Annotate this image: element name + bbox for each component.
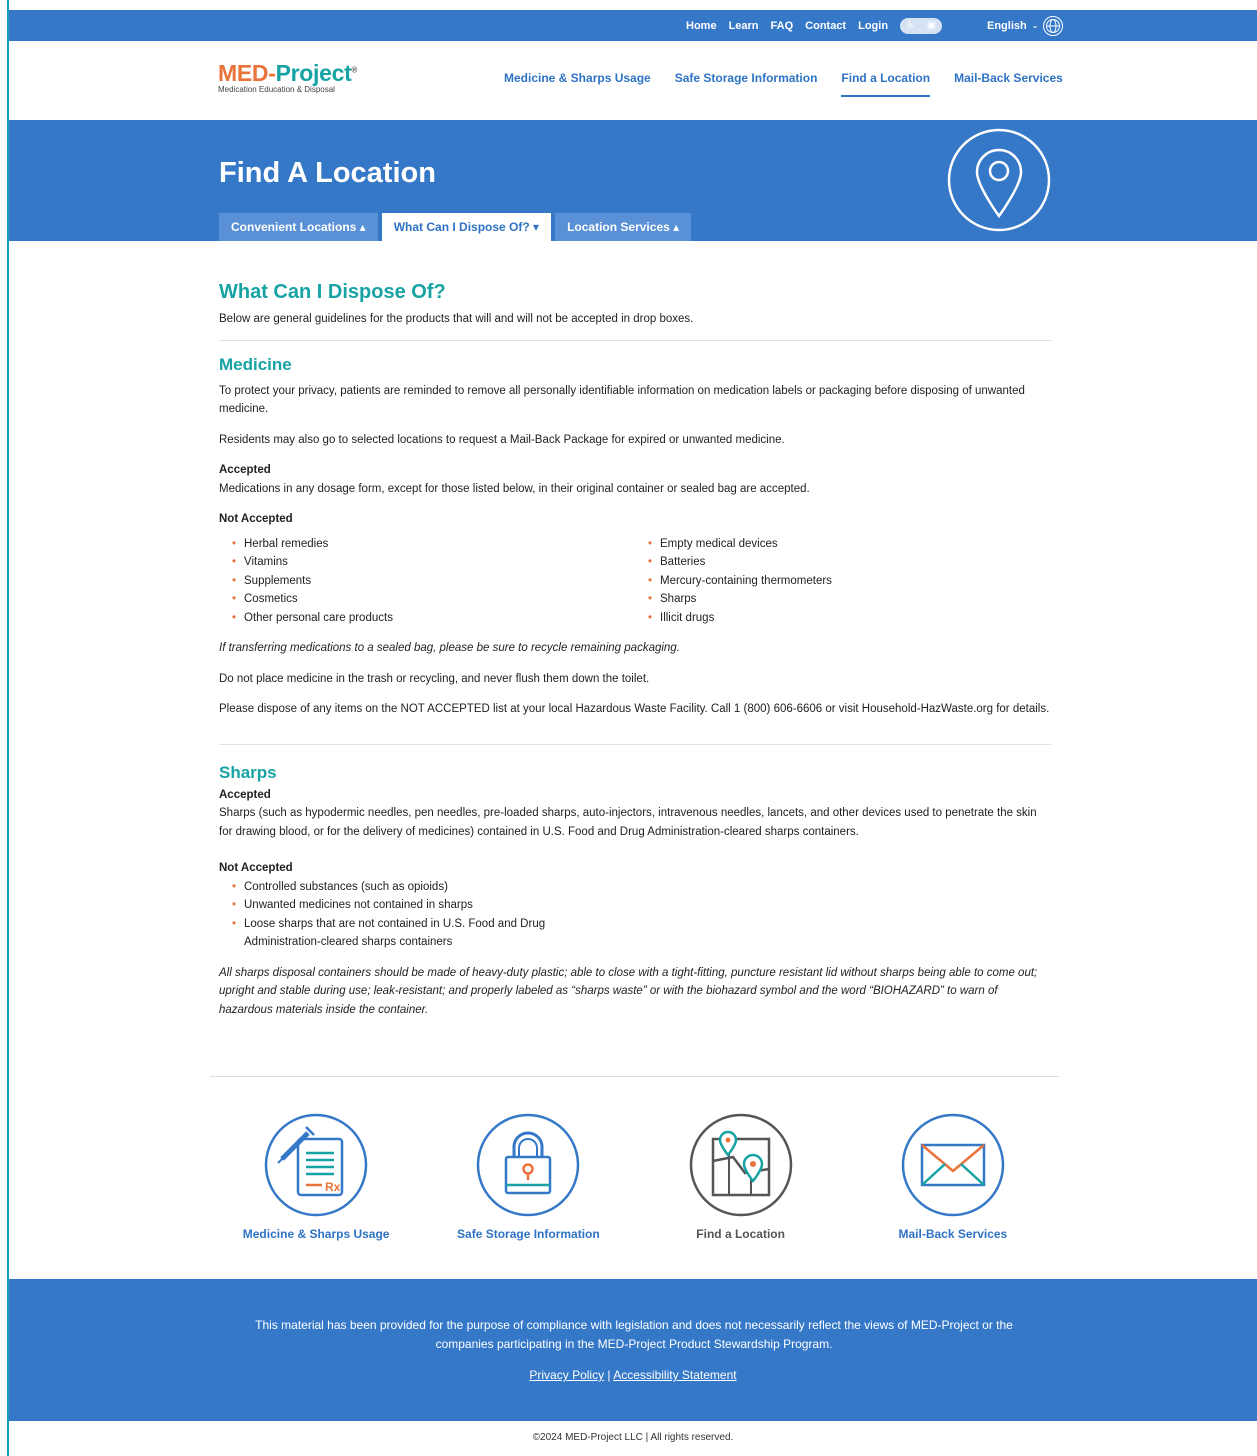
location-pin-icon	[947, 128, 1051, 232]
card-mail-back[interactable]: Mail-Back Services	[853, 1113, 1053, 1241]
card-safe-storage[interactable]: Safe Storage Information	[428, 1113, 628, 1241]
not-accepted-list-right: Empty medical devices Batteries Mercury-…	[635, 535, 1051, 628]
med-project-logo[interactable]: MED-Project® Medication Education & Disp…	[218, 60, 357, 94]
utility-nav: Home Learn FAQ Contact Login ♿ ▣	[686, 10, 943, 41]
divider	[219, 339, 1051, 341]
list-item: Supplements	[219, 572, 635, 591]
list-item: Batteries	[635, 553, 1051, 572]
privacy-policy-link[interactable]: Privacy Policy	[529, 1368, 604, 1382]
medicine-accepted-text: Medications in any dosage form, except f…	[219, 482, 810, 495]
nav-safe-storage[interactable]: Safe Storage Information	[675, 71, 818, 97]
language-label: English	[987, 19, 1027, 32]
utility-link-learn[interactable]: Learn	[729, 20, 759, 32]
tab-location-services[interactable]: Location Services ▴	[555, 213, 692, 241]
list-item: Unwanted medicines not contained in shar…	[219, 896, 589, 915]
card-medicine-sharps-usage[interactable]: Rx Medicine & Sharps Usage	[216, 1113, 416, 1241]
list-item: Other personal care products	[219, 609, 635, 628]
card-label: Mail-Back Services	[898, 1227, 1008, 1241]
envelope-icon	[901, 1113, 1005, 1217]
footer-links: Privacy Policy | Accessibility Statement	[9, 1366, 1257, 1385]
sharps-heading: Sharps	[219, 762, 277, 782]
medicine-recycle-note: If transferring medications to a sealed …	[219, 642, 680, 654]
quick-links: Rx Medicine & Sharps Usage Safe Storage …	[210, 1113, 1059, 1241]
list-item: Cosmetics	[219, 590, 635, 609]
nav-mail-back[interactable]: Mail-Back Services	[954, 71, 1063, 97]
divider	[210, 1076, 1059, 1077]
medicine-heading: Medicine	[219, 354, 292, 374]
copyright: ©2024 MED-Project LLC | All rights reser…	[532, 1432, 734, 1443]
accessibility-toggle[interactable]: ♿ ▣	[900, 17, 943, 34]
list-item: Controlled substances (such as opioids)	[219, 878, 589, 897]
utility-link-contact[interactable]: Contact	[805, 20, 846, 32]
site-header: MED-Project® Medication Education & Disp…	[9, 41, 1257, 120]
footer-separator: |	[607, 1368, 611, 1382]
list-item: Empty medical devices	[635, 535, 1051, 554]
prescription-syringe-icon: Rx	[264, 1113, 368, 1217]
card-find-location[interactable]: Find a Location	[641, 1113, 841, 1241]
accessibility-statement-link[interactable]: Accessibility Statement	[613, 1368, 736, 1382]
not-accepted-list-left: Herbal remedies Vitamins Supplements Cos…	[219, 535, 635, 628]
card-label: Safe Storage Information	[457, 1227, 600, 1241]
logo-registered: ®	[351, 65, 358, 75]
utility-link-login[interactable]: Login	[858, 20, 888, 32]
list-item: Sharps	[635, 590, 1051, 609]
readable-icon: ▣	[926, 20, 937, 31]
globe-icon	[1043, 15, 1064, 36]
list-item: Mercury-containing thermometers	[635, 572, 1051, 591]
medicine-toilet-text: Do not place medicine in the trash or re…	[219, 672, 650, 685]
utility-link-home[interactable]: Home	[686, 20, 717, 32]
medicine-accepted-label: Accepted	[219, 464, 271, 476]
sharps-accepted-label: Accepted	[219, 788, 271, 801]
accessibility-icon: ♿	[905, 20, 915, 31]
nav-find-location[interactable]: Find a Location	[841, 71, 931, 97]
tab-what-can-i-dispose[interactable]: What Can I Dispose Of? ▾	[381, 213, 552, 241]
utility-bar: Home Learn FAQ Contact Login ♿ ▣ English…	[9, 10, 1257, 41]
location-tabs: Convenient Locations ▴ What Can I Dispos…	[219, 213, 692, 241]
card-label: Find a Location	[696, 1227, 785, 1241]
medicine-mailback-text: Residents may also go to selected locati…	[219, 433, 785, 446]
hero-banner: Find A Location Convenient Locations ▴ W…	[9, 120, 1257, 241]
page-title: Find A Location	[219, 157, 436, 189]
medicine-not-accepted-lists: Herbal remedies Vitamins Supplements Cos…	[219, 535, 1051, 628]
site-footer: This material has been provided for the …	[9, 1279, 1257, 1421]
sharps-not-accepted-label: Not Accepted	[219, 862, 293, 874]
tab-convenient-locations[interactable]: Convenient Locations ▴	[219, 213, 378, 241]
sharps-container-note: All sharps disposal containers should be…	[219, 966, 1038, 1016]
utility-link-faq[interactable]: FAQ	[771, 20, 794, 32]
medicine-privacy-text: To protect your privacy, patients are re…	[219, 384, 1025, 416]
padlock-icon	[477, 1113, 580, 1217]
intro-text: Below are general guidelines for the pro…	[219, 313, 694, 325]
divider	[219, 743, 1051, 745]
main-nav: Medicine & Sharps Usage Safe Storage Inf…	[504, 71, 1063, 97]
sharps-not-accepted-list: Controlled substances (such as opioids) …	[219, 878, 589, 952]
list-item: Illicit drugs	[635, 609, 1051, 628]
map-pin-icon	[689, 1113, 792, 1217]
logo-med: MED-	[218, 60, 276, 86]
list-item: Loose sharps that are not contained in U…	[219, 915, 589, 952]
page-frame-border	[0, 0, 9, 1456]
sharps-accepted-text: Sharps (such as hypodermic needles, pen …	[219, 807, 1037, 838]
card-label: Medicine & Sharps Usage	[242, 1227, 390, 1241]
medicine-hazwaste-text: Please dispose of any items on the NOT A…	[219, 703, 1050, 715]
medicine-not-accepted-label: Not Accepted	[219, 513, 293, 525]
nav-medicine-sharps-usage[interactable]: Medicine & Sharps Usage	[504, 71, 651, 97]
list-item: Herbal remedies	[219, 535, 635, 554]
chevron-down-icon: ⌄	[1031, 21, 1039, 30]
list-item: Vitamins	[219, 553, 635, 572]
svg-text:Rx: Rx	[325, 1180, 341, 1194]
language-selector[interactable]: English ⌄	[987, 10, 1064, 41]
section-title: What Can I Dispose Of?	[219, 281, 446, 303]
logo-project: Project	[275, 60, 352, 86]
main-content: What Can I Dispose Of? Below are general…	[219, 280, 1051, 1019]
footer-disclaimer: This material has been provided for the …	[255, 1318, 1013, 1351]
